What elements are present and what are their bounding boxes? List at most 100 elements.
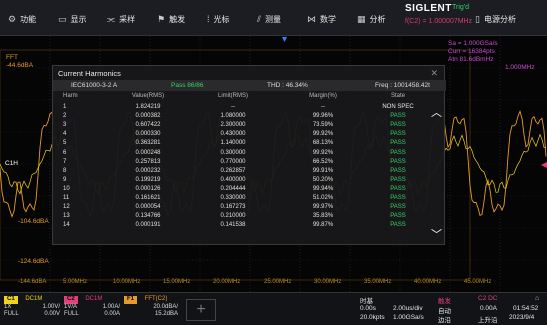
c1-marker: C1H: [5, 160, 19, 167]
clock-time: 01:54:52: [513, 305, 539, 312]
menu-analysis[interactable]: ▦ 分析: [357, 12, 386, 26]
f1-tag: F1: [124, 296, 138, 304]
acquire-icon: ⫘: [107, 13, 116, 24]
margin-cell: 99.87%: [312, 222, 334, 229]
menu-power-analysis[interactable]: ▯ 电源分析: [475, 12, 516, 26]
menu-display-label: 显示: [70, 14, 87, 24]
table-row[interactable]: 4 0.000330 0.430000 99.92% PASS: [53, 130, 428, 139]
freq-axis-2: 10.00MHz: [113, 279, 141, 285]
margin-cell: 99.92%: [312, 149, 334, 156]
thd-value: THD : 46.34%: [267, 82, 308, 89]
menu-cursor-label: 光标: [213, 14, 230, 24]
menu-trigger-label: 触发: [169, 14, 186, 24]
margin-cell: 99.96%: [312, 113, 334, 120]
c1-scale: 1.00V/: [42, 303, 60, 310]
menu-display[interactable]: ▭ 显示: [58, 12, 87, 26]
brand-logo: SIGLENT: [405, 3, 452, 14]
chevron-up-icon[interactable]: ︿: [431, 104, 442, 120]
state-cell: PASS: [390, 195, 406, 201]
table-row[interactable]: 9 0.199219 0.400000 50.20% PASS: [53, 176, 428, 185]
table-row[interactable]: 2 0.000382 1.080000 99.96% PASS: [53, 112, 428, 121]
timebase-delay[interactable]: 0.00s: [360, 305, 376, 312]
trigger-level[interactable]: 0.00A: [480, 305, 497, 312]
value-cell: 0.000248: [135, 149, 161, 156]
menu-function[interactable]: ⚙ 功能: [8, 12, 36, 26]
menu-math[interactable]: ⋈ 数学: [307, 12, 336, 26]
limit-cell: 0.210000: [220, 213, 246, 220]
value-cell: 0.134766: [135, 213, 161, 220]
table-row[interactable]: 5 0.363281 1.140000 68.13% PASS: [53, 139, 428, 148]
state-cell: PASS: [390, 113, 406, 120]
table-row[interactable]: 1 1.824219 -- -- NON SPEC: [53, 103, 428, 112]
trigger-position-marker[interactable]: [282, 37, 287, 42]
function-icon: ⚙: [8, 13, 17, 24]
c2-channel-box[interactable]: C2 DC1M 1V/A 1.00A/ FULL 0.00A: [64, 296, 120, 319]
pass-count: Pass 86/86: [171, 82, 204, 89]
value-cell: 1.824219: [135, 104, 161, 110]
c1-bw: FULL: [4, 311, 19, 317]
display-icon: ▭: [58, 13, 67, 24]
state-cell: PASS: [390, 158, 406, 165]
sample-info-3: Atn 81.6dBmHz: [448, 56, 494, 63]
current-harmonics-dialog[interactable]: Current Harmonics ✕ IEC61000-3-2 A Pass …: [52, 65, 446, 245]
trigger-slope[interactable]: 上升沿: [478, 314, 498, 324]
value-cell: 0.199219: [135, 176, 161, 183]
menu-cursor[interactable]: ⁞ 光标: [207, 12, 230, 26]
c2-tag: C2: [64, 296, 78, 304]
menu-acquire[interactable]: ⫘ 采样: [107, 12, 135, 26]
col-limit: Limit(RMS): [218, 93, 248, 99]
table-row[interactable]: 3 0.607422 2.300000 73.59% PASS: [53, 121, 428, 130]
math-icon: ⋈: [307, 13, 316, 24]
f1-scale: 20.0dBA/: [153, 303, 178, 310]
menu-analysis-label: 分析: [369, 14, 386, 24]
margin-cell: 99.97%: [312, 204, 334, 211]
menu-math-label: 数学: [320, 14, 336, 24]
value-cell: 0.000232: [135, 167, 161, 174]
state-cell: PASS: [390, 149, 406, 156]
table-row[interactable]: 6 0.000248 0.300000 99.92% PASS: [53, 149, 428, 158]
state-cell: PASS: [390, 167, 406, 174]
harm-cell: 2: [63, 113, 67, 120]
harm-cell: 11: [63, 195, 70, 201]
harm-cell: 8: [63, 167, 67, 174]
power-analysis-icon: ▯: [475, 13, 480, 24]
f1-math-box[interactable]: F1 FFT(C2) 20.0dBA/ 15.2dBA: [124, 296, 178, 319]
c2-offset: 0.00A: [104, 311, 120, 317]
add-channel-button[interactable]: +: [186, 299, 216, 321]
menu-measure[interactable]: ⫽ 测量: [257, 12, 281, 26]
channel-status-bar: C1 DC1M 1X 1.00V/ FULL 0.00V C2 DC1M 1V/…: [0, 292, 547, 325]
state-cell: PASS: [390, 204, 406, 211]
table-row[interactable]: 11 0.161621 0.330000 51.02% PASS: [53, 194, 428, 203]
table-row[interactable]: 12 0.000054 0.167273 99.97% PASS: [53, 203, 428, 212]
memory-depth: 20.0kpts: [360, 314, 385, 321]
c2-level-marker[interactable]: [541, 162, 547, 168]
harm-cell: 13: [63, 213, 70, 220]
table-row[interactable]: 14 0.000191 0.141538 99.87% PASS: [53, 221, 428, 230]
trigger-type[interactable]: 边沿: [438, 314, 451, 324]
col-margin: Margin(%): [309, 93, 337, 99]
freq-axis-3: 15.00MHz: [163, 279, 191, 285]
chevron-down-icon[interactable]: ﹀: [431, 226, 442, 242]
state-cell: PASS: [390, 140, 406, 147]
harm-cell: 12: [63, 204, 70, 211]
freq-axis-8: 40.00MHz: [414, 279, 442, 285]
table-row[interactable]: 8 0.000232 0.262857 99.91% PASS: [53, 167, 428, 176]
margin-cell: 35.83%: [312, 213, 334, 220]
c1-channel-box[interactable]: C1 DC1M 1X 1.00V/ FULL 0.00V: [4, 296, 60, 319]
freq-axis-4: 20.00MHz: [213, 279, 241, 285]
menu-measure-label: 测量: [265, 14, 282, 24]
table-row[interactable]: 10 0.000126 0.204444 99.94% PASS: [53, 185, 428, 194]
timebase-scale[interactable]: 2.00us/div: [393, 305, 423, 312]
c2-scale: 1.00A/: [102, 303, 120, 310]
table-row[interactable]: 13 0.134766 0.210000 35.83% PASS: [53, 212, 428, 221]
f1-offset: 15.2dBA: [154, 311, 178, 317]
harm-cell: 5: [63, 140, 67, 147]
close-icon[interactable]: ✕: [430, 68, 438, 79]
sample-rate: 1.00GSa/s: [393, 314, 424, 321]
limit-cell: 2.300000: [220, 122, 246, 129]
margin-cell: 66.52%: [312, 158, 334, 165]
freq-axis-9: 45.00MHz: [464, 279, 492, 285]
menu-trigger[interactable]: ⚑ 触发: [157, 12, 185, 26]
top-menu-bar: ⚙ 功能 ▭ 显示 ⫘ 采样 ⚑ 触发 ⁞ 光标 ⫽ 测量 ⋈ 数学 ▦ 分析 …: [0, 0, 547, 36]
table-row[interactable]: 7 0.257813 0.770000 66.52% PASS: [53, 158, 428, 167]
